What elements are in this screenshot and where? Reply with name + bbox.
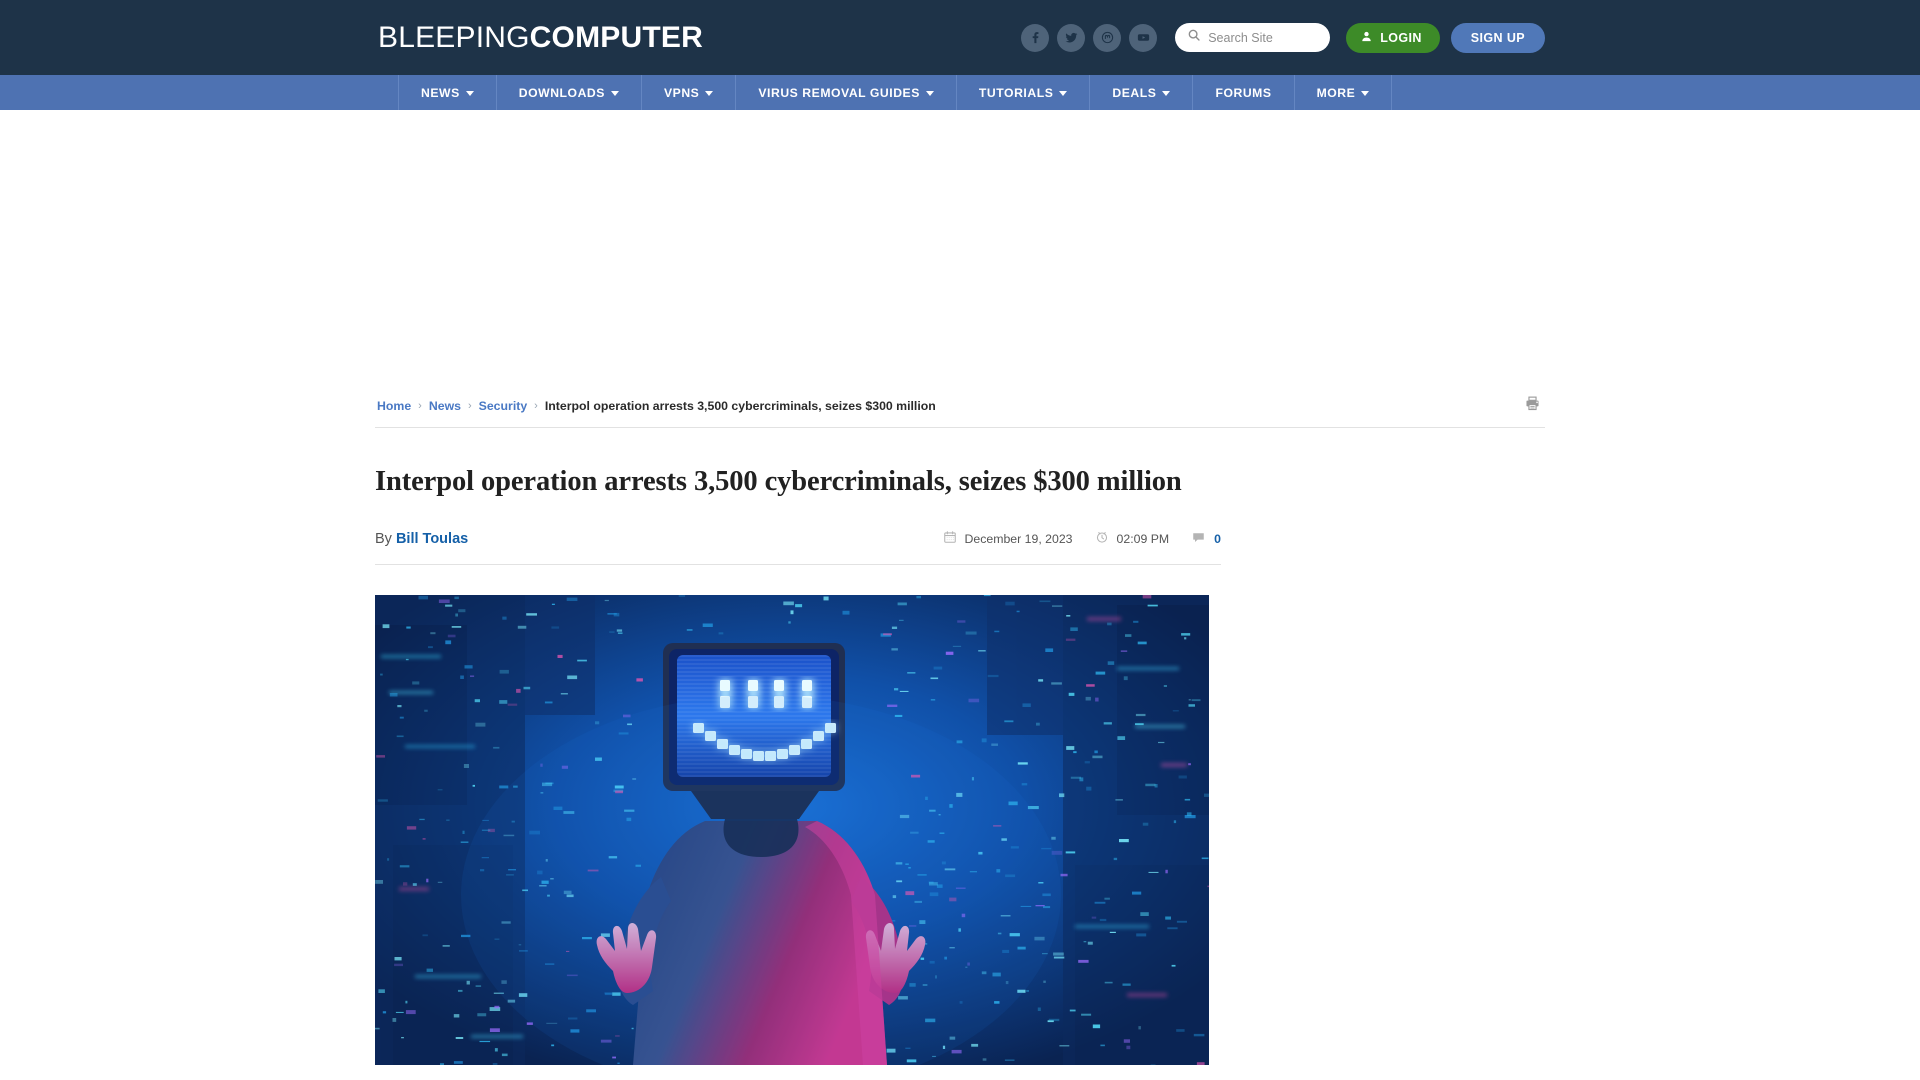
clock-icon bbox=[1095, 530, 1109, 547]
sidebar-column bbox=[1221, 428, 1545, 1065]
social-links bbox=[1021, 23, 1158, 52]
logo-text-primary: BLEEPING bbox=[378, 20, 530, 54]
breadcrumb: Home › News › Security › Interpol operation ar… bbox=[375, 399, 936, 413]
facebook-icon[interactable] bbox=[1021, 23, 1050, 52]
search-box[interactable] bbox=[1175, 23, 1331, 52]
chevron-down-icon bbox=[465, 91, 474, 96]
article-meta-row: By Bill Toulas December 19, 2023 02:09 P… bbox=[375, 530, 1221, 565]
comment-count-value: 0 bbox=[1214, 531, 1221, 546]
comment-count[interactable]: 0 bbox=[1191, 530, 1221, 547]
nav-item-news[interactable]: NEWS bbox=[399, 75, 497, 110]
breadcrumb-separator: › bbox=[418, 400, 422, 412]
publish-date: December 19, 2023 bbox=[943, 530, 1073, 547]
hero-image-artwork bbox=[375, 595, 1209, 1065]
nav-item-label: VIRUS REMOVAL GUIDES bbox=[758, 85, 920, 100]
logo-text-secondary: COMPUTER bbox=[529, 20, 703, 54]
nav-item-label: MORE bbox=[1316, 85, 1356, 100]
nav-item-deals[interactable]: DEALS bbox=[1090, 75, 1194, 110]
breadcrumb-separator: › bbox=[534, 400, 538, 412]
nav-item-tutorials[interactable]: TUTORIALS bbox=[957, 75, 1091, 110]
breadcrumb-current: Interpol operation arrests 3,500 cybercr… bbox=[544, 399, 936, 413]
nav-item-label: FORUMS bbox=[1215, 85, 1272, 100]
breadcrumb-link-security[interactable]: Security bbox=[479, 399, 528, 413]
byline-prefix: By bbox=[375, 530, 392, 547]
chevron-down-icon bbox=[705, 91, 714, 96]
nav-trailing-spacer bbox=[1392, 75, 1545, 110]
printer-icon bbox=[1526, 396, 1539, 411]
print-button[interactable] bbox=[1524, 395, 1545, 417]
nav-item-vpns[interactable]: VPNS bbox=[642, 75, 737, 110]
nav-item-label: VPNS bbox=[663, 85, 700, 100]
breadcrumb-separator: › bbox=[467, 400, 472, 412]
breadcrumb-link-home[interactable]: Home bbox=[377, 399, 411, 413]
nav-item-forums[interactable]: FORUMS bbox=[1193, 75, 1295, 110]
byline: By Bill Toulas bbox=[375, 531, 468, 547]
calendar-icon bbox=[943, 530, 957, 547]
youtube-icon[interactable] bbox=[1129, 23, 1158, 52]
site-header: BLEEPINGCOMPUTER Search Site LOGIN SIGN … bbox=[0, 0, 1920, 75]
twitter-icon[interactable] bbox=[1057, 23, 1086, 52]
article-column: Interpol operation arrests 3,500 cybercr… bbox=[375, 428, 1221, 1065]
publish-time-text: 02:09 PM bbox=[1116, 531, 1170, 546]
search-icon bbox=[1187, 28, 1201, 47]
mastodon-icon[interactable] bbox=[1093, 23, 1122, 52]
chevron-down-icon bbox=[1162, 91, 1171, 96]
main-navigation: NEWS DOWNLOADS VPNS VIRUS REMOVAL GUIDES TUT… bbox=[0, 75, 1920, 110]
breadcrumb-row: Home › News › Security › Interpol operation ar… bbox=[375, 395, 1545, 428]
nav-item-label: DOWNLOADS bbox=[518, 85, 605, 100]
page-title: Interpol operation arrests 3,500 cybercr… bbox=[375, 466, 1182, 497]
chevron-down-icon bbox=[610, 91, 619, 96]
signup-button[interactable]: SIGN UP bbox=[1450, 22, 1545, 53]
nav-item-more[interactable]: MORE bbox=[1295, 75, 1393, 110]
user-icon bbox=[1360, 30, 1373, 46]
login-button[interactable]: LOGIN bbox=[1346, 22, 1440, 53]
nav-item-downloads[interactable]: DOWNLOADS bbox=[497, 75, 642, 110]
advertisement-slot bbox=[0, 110, 1920, 395]
nav-item-virus-removal-guides[interactable]: VIRUS REMOVAL GUIDES bbox=[736, 75, 957, 110]
chevron-down-icon bbox=[1361, 91, 1370, 96]
article-meta: December 19, 2023 02:09 PM 0 bbox=[943, 530, 1221, 547]
chevron-down-icon bbox=[1059, 91, 1068, 96]
signup-button-label: SIGN UP bbox=[1470, 30, 1525, 45]
nav-item-label: TUTORIALS bbox=[978, 85, 1054, 100]
breadcrumb-link-news[interactable]: News bbox=[429, 399, 461, 413]
site-logo[interactable]: BLEEPINGCOMPUTER bbox=[378, 21, 703, 55]
article-hero-image bbox=[375, 595, 1209, 1065]
nav-item-label: NEWS bbox=[421, 85, 460, 100]
nav-leading-spacer bbox=[375, 75, 399, 110]
page-body: Interpol operation arrests 3,500 cybercr… bbox=[375, 428, 1545, 1065]
publish-time: 02:09 PM bbox=[1095, 530, 1170, 547]
author-link[interactable]: Bill Toulas bbox=[396, 531, 468, 547]
comment-icon bbox=[1191, 530, 1206, 547]
publish-date-text: December 19, 2023 bbox=[964, 531, 1073, 546]
chevron-down-icon bbox=[925, 91, 934, 96]
nav-item-label: DEALS bbox=[1112, 85, 1157, 100]
login-button-label: LOGIN bbox=[1380, 30, 1422, 45]
search-input[interactable] bbox=[1208, 30, 1319, 45]
